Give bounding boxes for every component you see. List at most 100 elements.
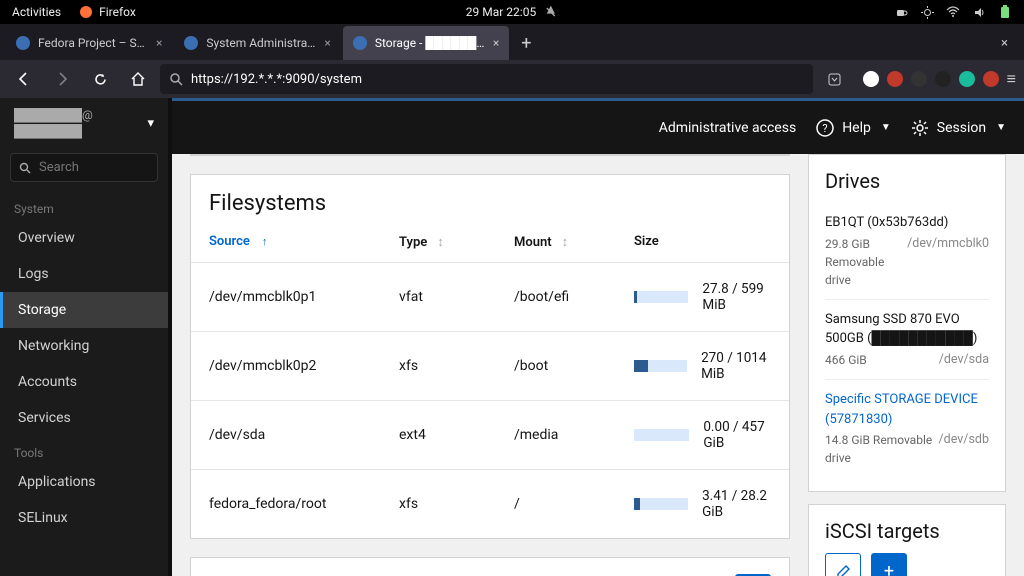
window-close-button[interactable]: × xyxy=(991,36,1018,51)
sidebar-item-selinux[interactable]: SELinux xyxy=(0,500,168,536)
iscsi-card: iSCSI targets + No iSCSI targets set up xyxy=(808,504,1006,576)
cell-type: vfat xyxy=(399,289,514,305)
close-icon[interactable]: × xyxy=(324,36,330,50)
gnome-top-bar: Activities Firefox 29 Mar 22:05 xyxy=(0,0,1024,24)
table-row[interactable]: /dev/mmcblk0p2xfs/boot270 / 1014 MiB xyxy=(191,332,789,401)
close-icon[interactable]: × xyxy=(156,36,162,50)
drive-item[interactable]: Specific STORAGE DEVICE (57871830)14.8 G… xyxy=(825,380,989,477)
forward-button[interactable] xyxy=(46,63,78,95)
cell-type: ext4 xyxy=(399,427,514,443)
reload-button[interactable] xyxy=(84,63,116,95)
cell-size: 0.00 / 457 GiB xyxy=(634,419,771,451)
col-mount[interactable]: Mount↕ xyxy=(514,234,634,250)
sidebar-item-accounts[interactable]: Accounts xyxy=(0,364,168,400)
session-menu[interactable]: Session▼ xyxy=(911,119,1006,137)
fedora-icon xyxy=(16,36,30,50)
url-input[interactable] xyxy=(191,72,803,87)
drive-sub: 466 GiB xyxy=(825,351,867,370)
sidebar-item-storage[interactable]: Storage xyxy=(0,292,168,328)
cell-source: /dev/sda xyxy=(209,427,399,443)
cell-type: xfs xyxy=(399,358,514,374)
drive-item[interactable]: EB1QT (0x53b763dd)29.8 GiB Removable dri… xyxy=(825,203,989,300)
activities-button[interactable]: Activities xyxy=(12,5,61,19)
host-switcher[interactable]: ████████@████████ ▾ xyxy=(0,98,168,149)
filesystems-card: Filesystems Source↑ Type↕ Mount↕ Size /d… xyxy=(190,174,790,539)
usage-bar xyxy=(634,360,687,372)
cell-source: /dev/mmcblk0p1 xyxy=(209,289,399,305)
cockpit-main: Administrative access ? Help▼ Session▼ F… xyxy=(172,98,1024,576)
cell-source: /dev/mmcblk0p2 xyxy=(209,358,399,374)
edit-iscsi-button[interactable] xyxy=(825,553,861,576)
col-size[interactable]: Size xyxy=(634,234,771,250)
section-tools: Tools xyxy=(0,436,168,464)
table-header: Source↑ Type↕ Mount↕ Size xyxy=(191,222,789,263)
size-text: 27.8 / 599 MiB xyxy=(702,281,771,313)
firefox-toolbar: ≡ xyxy=(0,60,1024,98)
notifications-muted-icon xyxy=(544,5,558,19)
sidebar-item-services[interactable]: Services xyxy=(0,400,168,436)
sidebar-item-logs[interactable]: Logs xyxy=(0,256,168,292)
ext-icon[interactable] xyxy=(959,71,975,87)
table-row[interactable]: fedora_fedora/rootxfs/3.41 / 28.2 GiB xyxy=(191,470,789,538)
menu-button[interactable]: ≡ xyxy=(1007,69,1016,89)
drives-card: Drives EB1QT (0x53b763dd)29.8 GiB Remova… xyxy=(808,154,1006,492)
card-title: Drives xyxy=(825,169,989,193)
drive-dev: /dev/sdb xyxy=(939,431,990,467)
pocket-button[interactable] xyxy=(819,63,851,95)
usage-bar xyxy=(634,291,688,303)
col-type[interactable]: Type↕ xyxy=(399,234,514,250)
wifi-icon[interactable] xyxy=(946,5,960,19)
firefox-icon xyxy=(79,5,93,19)
cell-size: 3.41 / 28.2 GiB xyxy=(634,488,771,520)
ext-icon[interactable] xyxy=(911,71,927,87)
browser-tab-3[interactable]: Storage - ███████████× xyxy=(343,26,509,60)
gear-icon xyxy=(911,119,929,137)
section-system: System xyxy=(0,192,168,220)
sidebar-search[interactable] xyxy=(10,153,158,182)
ext-icon[interactable] xyxy=(983,71,999,87)
help-menu[interactable]: ? Help▼ xyxy=(816,119,891,137)
volume-icon[interactable] xyxy=(972,5,986,19)
browser-tab-1[interactable]: Fedora Project – Start Pag× xyxy=(6,26,172,60)
home-button[interactable] xyxy=(122,63,154,95)
chevron-down-icon: ▼ xyxy=(996,122,1006,133)
new-tab-button[interactable]: + xyxy=(511,33,541,54)
sidebar-item-overview[interactable]: Overview xyxy=(0,220,168,256)
back-button[interactable] xyxy=(8,63,40,95)
sidebar-item-networking[interactable]: Networking xyxy=(0,328,168,364)
close-icon[interactable]: × xyxy=(493,36,499,50)
help-icon: ? xyxy=(816,119,834,137)
clock[interactable]: 29 Mar 22:05 xyxy=(466,5,536,19)
sidebar-item-applications[interactable]: Applications xyxy=(0,464,168,500)
search-input[interactable] xyxy=(39,160,149,175)
size-text: 0.00 / 457 GiB xyxy=(703,419,771,451)
table-row[interactable]: /dev/sdaext4/media0.00 / 457 GiB xyxy=(191,401,789,470)
fedora-icon xyxy=(184,36,198,50)
chevron-down-icon: ▾ xyxy=(147,116,154,131)
ext-icon[interactable] xyxy=(935,71,951,87)
cell-source: fedora_fedora/root xyxy=(209,496,399,512)
battery-icon[interactable] xyxy=(998,5,1012,19)
chevron-down-icon: ▼ xyxy=(881,122,891,133)
coffee-icon[interactable] xyxy=(894,5,908,19)
cell-type: xfs xyxy=(399,496,514,512)
drive-item[interactable]: Samsung SSD 870 EVO 500GB (███████████) 4… xyxy=(825,300,989,381)
table-row[interactable]: /dev/mmcblk0p1vfat/boot/efi27.8 / 599 Mi… xyxy=(191,263,789,332)
svg-text:?: ? xyxy=(823,122,828,135)
brightness-icon[interactable] xyxy=(920,5,934,19)
address-bar[interactable] xyxy=(160,64,813,94)
drive-name: Samsung SSD 870 EVO 500GB (███████████) xyxy=(825,310,989,349)
drive-sub: 29.8 GiB Removable drive xyxy=(825,235,907,289)
admin-access-label[interactable]: Administrative access xyxy=(659,120,796,136)
ext-icon[interactable] xyxy=(863,71,879,87)
app-menu[interactable]: Firefox xyxy=(79,5,136,19)
extensions-area: ≡ xyxy=(857,69,1016,89)
browser-tab-2[interactable]: System Administration –× xyxy=(174,26,340,60)
ext-icon[interactable] xyxy=(887,71,903,87)
firefox-tab-strip: Fedora Project – Start Pag× System Admin… xyxy=(0,24,1024,60)
nfs-card: NFS mounts + xyxy=(190,557,790,576)
card-title: Filesystems xyxy=(191,175,789,222)
add-iscsi-button[interactable]: + xyxy=(871,553,907,576)
size-text: 3.41 / 28.2 GiB xyxy=(702,488,771,520)
col-source[interactable]: Source↑ xyxy=(209,234,399,250)
